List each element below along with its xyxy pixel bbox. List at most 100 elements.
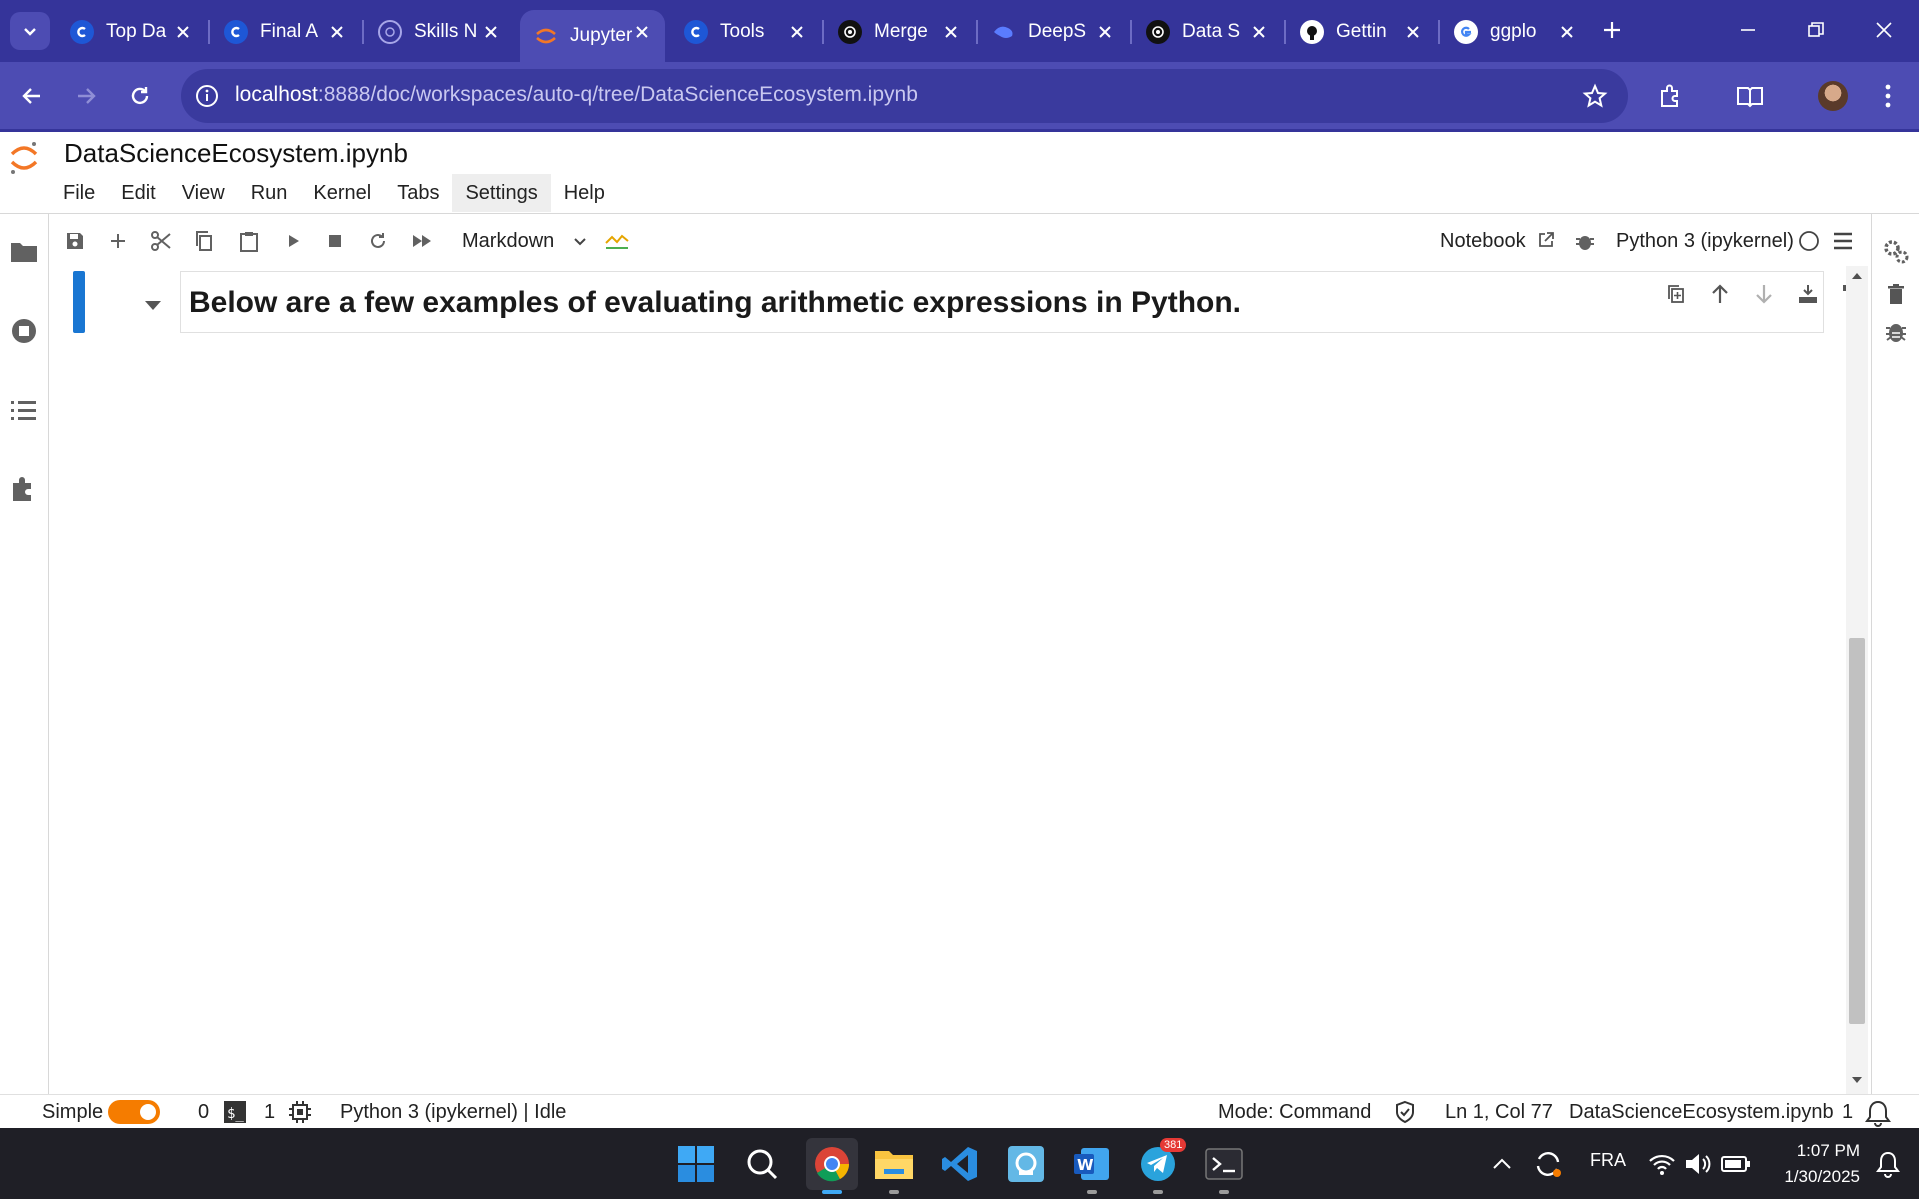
interrupt-kernel-button[interactable] xyxy=(320,226,350,256)
scroll-down-arrow-icon[interactable] xyxy=(1851,1076,1863,1084)
menu-file[interactable]: File xyxy=(50,174,108,212)
address-bar[interactable]: localhost:8888/doc/workspaces/auto-q/tre… xyxy=(181,69,1628,123)
bookmark-star-icon[interactable] xyxy=(1582,83,1608,109)
close-icon[interactable] xyxy=(480,21,502,43)
terminal-count[interactable]: 0 xyxy=(198,1099,209,1125)
active-cell-indicator[interactable] xyxy=(73,271,85,333)
minimize-button[interactable] xyxy=(1726,10,1770,50)
menu-edit[interactable]: Edit xyxy=(108,174,168,212)
close-window-button[interactable] xyxy=(1862,10,1906,50)
running-sessions-tab[interactable] xyxy=(8,315,40,347)
scrollbar-thumb[interactable] xyxy=(1849,638,1865,1024)
tray-sync-app[interactable] xyxy=(1526,1142,1570,1186)
shield-check-icon[interactable] xyxy=(1394,1100,1416,1131)
tab-search-button[interactable] xyxy=(10,12,50,50)
forward-button[interactable] xyxy=(68,78,104,114)
close-icon[interactable] xyxy=(1248,21,1270,43)
browser-tab-6[interactable]: Merge xyxy=(824,10,974,54)
close-icon[interactable] xyxy=(1556,21,1578,43)
copy-button[interactable] xyxy=(189,226,219,256)
browser-tab-9[interactable]: Gettin xyxy=(1286,10,1436,54)
new-tab-button[interactable] xyxy=(1590,10,1634,50)
close-icon[interactable] xyxy=(1402,21,1424,43)
restart-kernel-button[interactable] xyxy=(363,226,393,256)
battery-status[interactable] xyxy=(1714,1142,1758,1186)
taskbar-vscode[interactable] xyxy=(938,1142,982,1186)
browser-tab-1[interactable]: Top Da xyxy=(56,10,206,54)
system-clock[interactable]: 1:07 PM 1/30/2025 xyxy=(1760,1138,1860,1190)
browser-menu-button[interactable] xyxy=(1870,78,1906,114)
menu-help[interactable]: Help xyxy=(551,174,618,212)
close-icon[interactable] xyxy=(786,21,808,43)
notebook-scrollbar[interactable] xyxy=(1846,266,1868,1094)
cut-button[interactable] xyxy=(146,226,176,256)
cpu-chip-icon[interactable] xyxy=(288,1101,312,1130)
start-button[interactable] xyxy=(674,1142,718,1186)
menu-tabs[interactable]: Tabs xyxy=(384,174,452,212)
debugger-tab[interactable] xyxy=(1880,315,1912,347)
back-button[interactable] xyxy=(14,78,50,114)
close-icon[interactable] xyxy=(326,21,348,43)
extension-manager-tab[interactable] xyxy=(8,473,40,505)
cursor-position[interactable]: Ln 1, Col 77 xyxy=(1445,1099,1553,1125)
browser-tab-10[interactable]: ggplo xyxy=(1440,10,1590,54)
scroll-up-arrow-icon[interactable] xyxy=(1851,272,1863,280)
move-cell-down-button[interactable] xyxy=(1749,280,1779,308)
browser-tab-4-active[interactable]: Jupyter xyxy=(520,10,665,62)
close-icon[interactable] xyxy=(631,21,653,43)
kernel-selector[interactable]: Python 3 (ipykernel) xyxy=(1616,226,1794,256)
paste-button[interactable] xyxy=(234,226,264,256)
debugger-toggle[interactable] xyxy=(1570,226,1600,256)
site-info-icon[interactable] xyxy=(195,84,219,108)
save-button[interactable] xyxy=(60,226,90,256)
kernel-status-text[interactable]: Python 3 (ipykernel) | Idle xyxy=(340,1099,566,1125)
cell-type-select[interactable]: Markdown xyxy=(462,226,554,256)
taskbar-terminal[interactable] xyxy=(1202,1142,1246,1186)
insert-cell-above-button[interactable] xyxy=(1793,280,1823,308)
insert-cell-button[interactable] xyxy=(103,226,133,256)
url-text[interactable]: localhost:8888/doc/workspaces/auto-q/tre… xyxy=(235,83,918,107)
taskbar-word[interactable]: W xyxy=(1070,1142,1114,1186)
close-icon[interactable] xyxy=(172,21,194,43)
open-notebook-view-link[interactable]: Notebook xyxy=(1440,226,1555,256)
jupyter-logo-icon[interactable] xyxy=(8,140,40,176)
menu-settings[interactable]: Settings xyxy=(452,174,551,212)
property-inspector-tab[interactable] xyxy=(1880,236,1912,268)
profile-avatar[interactable] xyxy=(1815,78,1851,114)
reading-mode-button[interactable] xyxy=(1732,78,1768,114)
kernel-count[interactable]: 1 xyxy=(264,1099,275,1125)
input-language[interactable]: FRA xyxy=(1590,1150,1626,1171)
chevron-down-icon[interactable] xyxy=(568,226,592,256)
menu-view[interactable]: View xyxy=(169,174,238,212)
browser-tab-5[interactable]: Tools xyxy=(670,10,820,54)
duplicate-cell-button[interactable] xyxy=(1661,280,1691,308)
notebook-menu-button[interactable] xyxy=(1828,226,1858,256)
browser-tab-8[interactable]: Data S xyxy=(1132,10,1282,54)
search-button[interactable] xyxy=(740,1142,784,1186)
taskbar-telegram[interactable]: 381 xyxy=(1136,1138,1187,1186)
run-cell-button[interactable] xyxy=(278,226,308,256)
file-browser-tab[interactable] xyxy=(8,236,40,268)
taskbar-file-explorer[interactable] xyxy=(872,1142,916,1186)
restore-button[interactable] xyxy=(1794,10,1838,50)
close-icon[interactable] xyxy=(1094,21,1116,43)
menu-kernel[interactable]: Kernel xyxy=(300,174,384,212)
table-of-contents-tab[interactable] xyxy=(8,394,40,426)
simple-mode-toggle[interactable] xyxy=(108,1100,160,1124)
close-icon[interactable] xyxy=(940,21,962,43)
taskbar-app[interactable] xyxy=(1004,1142,1048,1186)
reload-button[interactable] xyxy=(122,78,158,114)
browser-tab-3[interactable]: Skills N xyxy=(364,10,514,54)
browser-tab-2[interactable]: Final A xyxy=(210,10,360,54)
notifications-button[interactable] xyxy=(1866,1142,1910,1186)
move-cell-up-button[interactable] xyxy=(1705,280,1735,308)
markdown-cell[interactable]: Below are a few examples of evaluating a… xyxy=(180,271,1904,333)
extensions-button[interactable] xyxy=(1652,78,1688,114)
delete-cell-button[interactable] xyxy=(1881,280,1911,308)
taskbar-chrome[interactable] xyxy=(806,1138,858,1190)
terminal-icon[interactable]: $_ xyxy=(224,1101,246,1130)
cell-collapse-toggle[interactable] xyxy=(142,294,164,316)
restart-run-all-button[interactable] xyxy=(407,226,437,256)
menu-run[interactable]: Run xyxy=(238,174,301,212)
browser-tab-7[interactable]: DeepS xyxy=(978,10,1128,54)
